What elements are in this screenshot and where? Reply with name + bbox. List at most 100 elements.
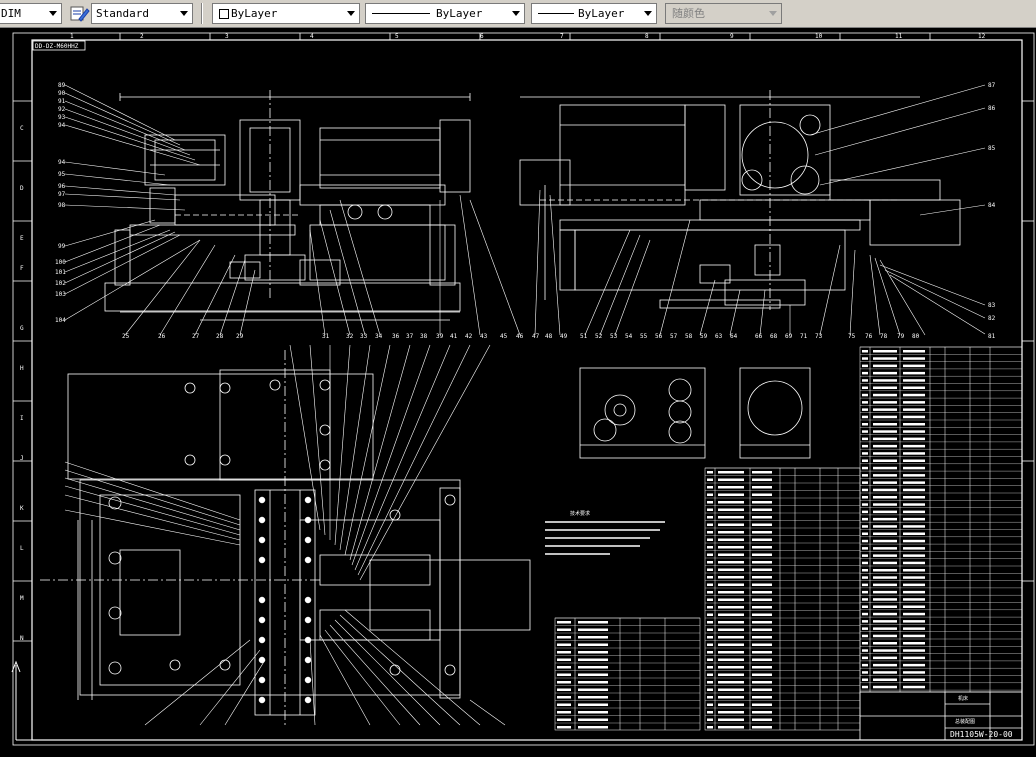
table-cell [862, 605, 868, 608]
table-cell [862, 364, 868, 368]
table-cell [873, 466, 897, 470]
table-cell [862, 685, 868, 689]
dimension-style-dropdown[interactable]: DIM [0, 3, 62, 24]
table-cell [752, 486, 772, 489]
chevron-down-icon[interactable] [640, 4, 656, 23]
table-cell [903, 357, 925, 360]
row-label: J [20, 455, 24, 462]
row-label: E [20, 235, 24, 242]
table-cell [873, 357, 897, 360]
table-cell [903, 459, 925, 462]
table-cell [578, 651, 608, 654]
table-cell [862, 393, 868, 397]
table-cell [862, 532, 868, 535]
table-cell [873, 576, 897, 579]
plot-style-dropdown[interactable]: 随颜色 [665, 3, 782, 24]
table-cell [557, 621, 571, 624]
table-cell [903, 481, 925, 484]
table-cell [707, 628, 713, 631]
table-cell [557, 711, 571, 714]
table-cell [718, 583, 744, 586]
table-cell [718, 531, 744, 534]
drawing-canvas[interactable]: C D E F G H I J K L M N 1 2 3 4 5 6 7 8 … [0, 28, 1036, 753]
table-cell [862, 459, 868, 462]
table-cell [903, 393, 925, 397]
table-cell [903, 517, 925, 521]
table-cell [903, 371, 925, 375]
table-cell [862, 539, 868, 543]
chevron-down-icon[interactable] [343, 4, 359, 23]
table-cell [873, 671, 897, 674]
table-cell [862, 517, 868, 521]
table-cell [578, 628, 608, 631]
table-cell [862, 452, 868, 455]
row-label: H [20, 365, 24, 372]
svg-text:87: 87 [988, 82, 996, 89]
svg-text:101: 101 [55, 269, 66, 276]
table-cell [718, 621, 744, 624]
svg-text:45: 45 [500, 333, 508, 340]
layer-color-dropdown[interactable]: ByLayer [212, 3, 360, 24]
chevron-down-icon[interactable] [765, 4, 781, 23]
svg-text:97: 97 [58, 191, 66, 198]
table-cell [873, 401, 897, 404]
table-cell [862, 350, 868, 353]
svg-text:85: 85 [988, 145, 996, 152]
table-cell [752, 576, 772, 579]
table-cell [578, 718, 608, 721]
table-cell [718, 478, 744, 481]
table-cell [873, 554, 897, 557]
table-cell [862, 379, 868, 382]
table-cell [903, 539, 925, 543]
table-cell [718, 628, 744, 631]
table-cell [578, 658, 608, 661]
svg-text:94: 94 [58, 122, 66, 129]
table-cell [718, 666, 744, 669]
row-label: C [20, 125, 24, 132]
table-cell [718, 538, 744, 541]
table-cell [903, 627, 925, 630]
table-cell [862, 525, 868, 528]
table-cell [873, 547, 897, 550]
table-cell [557, 703, 571, 706]
chevron-down-icon[interactable] [45, 4, 61, 23]
table-cell [873, 656, 897, 660]
table-cell [873, 371, 897, 375]
layer-color-value: ByLayer [231, 7, 278, 20]
table-cell [718, 553, 744, 556]
linetype-dropdown[interactable]: ByLayer [365, 3, 525, 24]
table-cell [718, 718, 744, 721]
chevron-down-icon[interactable] [508, 4, 524, 23]
table-cell [903, 444, 925, 448]
svg-text:34: 34 [375, 333, 383, 340]
table-cell [873, 393, 897, 397]
table-cell [752, 471, 772, 474]
svg-text:49: 49 [560, 333, 568, 340]
table-cell [873, 379, 897, 382]
table-cell [707, 508, 713, 511]
table-cell [557, 681, 571, 684]
table-cell [873, 386, 897, 389]
lineweight-dropdown[interactable]: ByLayer [531, 3, 657, 24]
table-cell [752, 696, 772, 699]
col-label: 9 [730, 33, 734, 40]
table-cell [718, 561, 744, 564]
table-cell [752, 553, 772, 556]
text-style-button[interactable] [68, 3, 90, 24]
table-cell [752, 493, 772, 496]
table-cell [873, 642, 897, 645]
text-style-dropdown[interactable]: Standard [91, 3, 193, 24]
svg-text:39: 39 [436, 333, 444, 340]
table-cell [707, 471, 713, 474]
svg-text:69: 69 [785, 333, 793, 340]
col-label: 12 [978, 33, 986, 40]
table-cell [752, 508, 772, 511]
side-views [579, 367, 811, 459]
svg-text:68: 68 [770, 333, 778, 340]
svg-text:54: 54 [625, 333, 633, 340]
chevron-down-icon[interactable] [176, 4, 192, 23]
table-cell [752, 688, 772, 691]
svg-text:90: 90 [58, 90, 66, 97]
table-cell [873, 649, 897, 652]
svg-text:98: 98 [58, 202, 66, 209]
